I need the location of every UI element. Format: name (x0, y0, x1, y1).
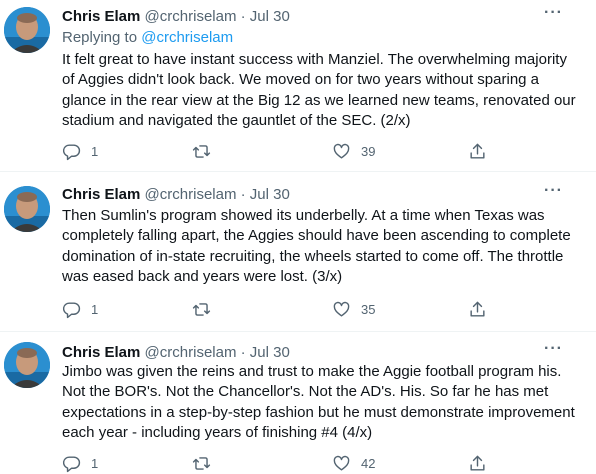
reply-count: 1 (91, 301, 99, 317)
share-button[interactable] (468, 452, 487, 474)
tweet-date[interactable]: Jul 30 (250, 8, 290, 25)
avatar[interactable] (4, 7, 50, 53)
like-count: 42 (361, 455, 376, 471)
tweet-actions: 1 42 (62, 452, 492, 474)
author-handle[interactable]: @crchriselam (145, 8, 237, 25)
tweet-text: Then Sumlin's program showed its underbe… (62, 207, 571, 285)
tweet-header: Chris Elam @crchriselam · Jul 30 (62, 185, 290, 205)
avatar[interactable] (4, 186, 50, 232)
avatar-photo-icon (4, 342, 50, 388)
share-icon (470, 143, 485, 159)
like-button[interactable]: 35 (332, 298, 375, 320)
reply-count: 1 (91, 143, 99, 159)
replying-to: Replying to @crchriselam (62, 28, 233, 48)
like-count: 35 (361, 301, 376, 317)
tweet-date[interactable]: Jul 30 (250, 186, 290, 203)
tweet-text: Jimbo was given the reins and trust to m… (62, 363, 575, 441)
share-button[interactable] (468, 298, 487, 320)
avatar-photo-icon (4, 186, 50, 232)
retweet-icon (192, 302, 211, 316)
like-button[interactable]: 39 (332, 140, 375, 162)
reply-button[interactable]: 1 (62, 140, 98, 162)
share-button[interactable] (468, 140, 487, 162)
avatar[interactable] (4, 342, 50, 388)
tweet-text: It felt great to have instant success wi… (62, 51, 576, 129)
like-count: 39 (361, 143, 376, 159)
share-icon (470, 301, 485, 317)
more-icon[interactable]: ··· (544, 182, 563, 200)
tweet-date[interactable]: Jul 30 (250, 344, 290, 361)
author-name[interactable]: Chris Elam (62, 186, 140, 203)
tweet-actions: 1 39 (62, 140, 492, 162)
reply-icon (62, 143, 81, 160)
retweet-icon (192, 456, 211, 470)
heart-icon (333, 301, 350, 317)
separator: · (240, 8, 246, 25)
tweet-1[interactable]: Chris Elam @crchriselam · Jul 30 ··· Rep… (0, 0, 596, 172)
author-handle[interactable]: @crchriselam (145, 186, 237, 203)
author-name[interactable]: Chris Elam (62, 344, 140, 361)
retweet-button[interactable] (192, 140, 221, 162)
retweet-button[interactable] (192, 298, 221, 320)
reply-button[interactable]: 1 (62, 298, 98, 320)
reply-button[interactable]: 1 (62, 452, 98, 474)
avatar-photo-icon (4, 7, 50, 53)
reply-count: 1 (91, 455, 99, 471)
tweet-2[interactable]: Chris Elam @crchriselam · Jul 30 ··· The… (0, 172, 596, 332)
heart-icon (333, 143, 350, 159)
reply-icon (62, 455, 81, 472)
share-icon (470, 455, 485, 471)
tweet-actions: 1 35 (62, 298, 492, 320)
tweet-3[interactable]: Chris Elam @crchriselam · Jul 30 ··· Jim… (0, 332, 596, 473)
retweet-icon (192, 144, 211, 158)
like-button[interactable]: 42 (332, 452, 375, 474)
author-handle[interactable]: @crchriselam (145, 344, 237, 361)
tweet-header: Chris Elam @crchriselam · Jul 30 (62, 7, 290, 27)
separator: · (240, 186, 246, 203)
more-icon[interactable]: ··· (544, 340, 563, 358)
author-name[interactable]: Chris Elam (62, 8, 140, 25)
tweet-header: Chris Elam @crchriselam · Jul 30 (62, 343, 290, 363)
replying-to-label: Replying to (62, 29, 138, 46)
more-icon[interactable]: ··· (544, 4, 563, 22)
separator: · (240, 344, 246, 361)
heart-icon (333, 455, 350, 471)
retweet-button[interactable] (192, 452, 221, 474)
reply-icon (62, 301, 81, 318)
replying-to-handle[interactable]: @crchriselam (141, 29, 233, 46)
